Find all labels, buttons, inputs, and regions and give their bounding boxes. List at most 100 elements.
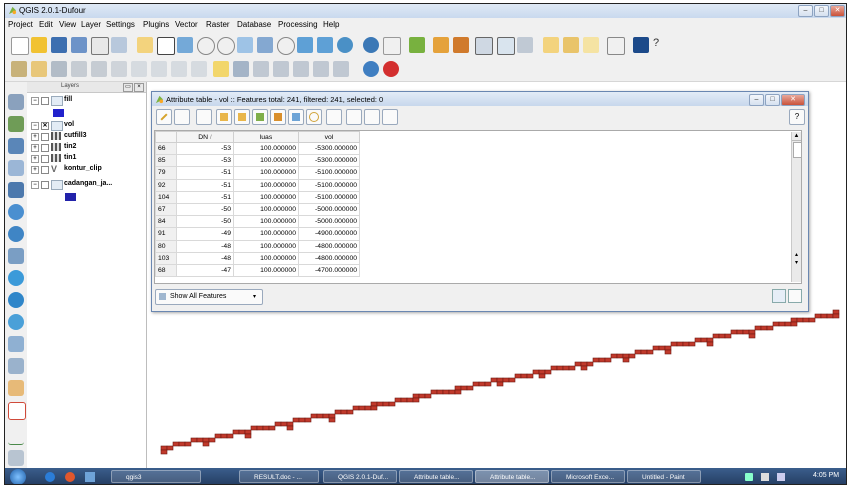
field-calculator-icon[interactable]	[382, 109, 398, 125]
cell-dn[interactable]: -51	[176, 178, 234, 192]
dialog-maximize-button[interactable]: □	[765, 94, 780, 106]
layer-visibility-checkbox[interactable]: ✕	[41, 122, 49, 130]
collapse-icon[interactable]: −	[31, 97, 39, 105]
dialog-close-button[interactable]: ✕	[781, 94, 805, 106]
cell-luas[interactable]: 100.000000	[233, 178, 299, 192]
task-qgis3[interactable]: qgis3	[111, 470, 201, 483]
task-attribute-table-1[interactable]: Attribute table...	[399, 470, 473, 483]
menu-vector[interactable]: Vector	[175, 20, 198, 29]
minimize-button[interactable]: –	[798, 5, 813, 17]
row-header[interactable]: 68	[155, 263, 177, 278]
add-wfs-layer-icon[interactable]	[8, 248, 24, 264]
invert-selection-icon[interactable]	[234, 109, 250, 125]
row-header[interactable]: 66	[155, 141, 177, 156]
start-button-icon[interactable]	[10, 469, 26, 484]
table-row[interactable]: 85 -53 100.000000 -5300.000000	[155, 154, 360, 168]
move-selection-to-top-icon[interactable]	[252, 109, 268, 125]
menu-project[interactable]: Project	[8, 20, 33, 29]
zoom-to-selection-icon[interactable]	[277, 37, 295, 55]
menu-database[interactable]: Database	[237, 20, 271, 29]
move-feature-icon[interactable]	[91, 61, 107, 77]
paste-features-icon[interactable]	[191, 61, 207, 77]
collapse-icon[interactable]: −	[31, 181, 39, 189]
row-header[interactable]: 104	[155, 190, 177, 204]
table-vertical-scrollbar[interactable]: ▲ ▴ ▾	[791, 132, 801, 282]
scroll-stepper-up-icon[interactable]: ▴	[792, 251, 801, 259]
open-project-icon[interactable]	[31, 37, 47, 53]
tray-network-icon[interactable]	[745, 473, 753, 481]
add-spatialite-layer-icon[interactable]	[8, 160, 24, 176]
whats-this-icon[interactable]: ?	[653, 37, 669, 53]
task-qgis-main[interactable]: QGIS 2.0.1-Duf...	[323, 470, 397, 483]
table-row[interactable]: 66 -53 100.000000 -5300.000000	[155, 141, 360, 156]
save-as-icon[interactable]	[71, 37, 87, 53]
menu-help[interactable]: Help	[323, 20, 339, 29]
cell-dn[interactable]: -53	[176, 141, 234, 156]
layer-visibility-checkbox[interactable]	[41, 166, 49, 174]
open-attribute-table-icon[interactable]	[475, 37, 493, 55]
maximize-button[interactable]: □	[814, 5, 829, 17]
cell-vol[interactable]: -4800.000000	[298, 239, 360, 253]
table-row[interactable]: 67 -50 100.000000 -5000.000000	[155, 202, 360, 217]
layer-item-fill[interactable]: − fill	[27, 95, 146, 107]
column-header-vol[interactable]: vol	[298, 131, 360, 143]
cell-luas[interactable]: 100.000000	[233, 263, 299, 278]
scroll-up-icon[interactable]: ▲	[792, 132, 801, 141]
zoom-to-selection-icon[interactable]	[306, 109, 322, 125]
label-tool-icon[interactable]	[213, 61, 229, 77]
label-properties-icon[interactable]	[333, 61, 349, 77]
tray-flag-icon[interactable]	[761, 473, 769, 481]
deselect-icon[interactable]	[433, 37, 449, 53]
menu-view[interactable]: View	[59, 20, 76, 29]
show-bookmarks-icon[interactable]	[583, 37, 599, 53]
layer-visibility-checkbox[interactable]	[41, 144, 49, 152]
new-column-icon[interactable]	[346, 109, 362, 125]
cell-luas[interactable]: 100.000000	[233, 202, 299, 217]
cell-dn[interactable]: -48	[176, 251, 234, 265]
coordinate-capture-icon[interactable]	[8, 428, 24, 445]
row-header[interactable]: 92	[155, 178, 177, 192]
pan-to-selection-icon[interactable]	[177, 37, 193, 53]
new-print-composer-icon[interactable]	[91, 37, 109, 55]
zoom-in-icon[interactable]	[197, 37, 215, 55]
delete-column-icon[interactable]	[364, 109, 380, 125]
cell-vol[interactable]: -4700.000000	[298, 263, 360, 278]
task-paint[interactable]: Untitled - Paint	[627, 470, 701, 483]
dialog-minimize-button[interactable]: –	[749, 94, 764, 106]
copy-features-icon[interactable]	[171, 61, 187, 77]
menu-plugins[interactable]: Plugins	[143, 20, 169, 29]
rotate-label-icon[interactable]	[293, 61, 309, 77]
menu-layer[interactable]: Layer	[81, 20, 101, 29]
copy-rows-icon[interactable]	[326, 109, 342, 125]
cell-luas[interactable]: 100.000000	[233, 227, 299, 241]
table-row[interactable]: 68 -47 100.000000 -4700.000000	[155, 263, 360, 278]
menu-processing[interactable]: Processing	[278, 20, 318, 29]
layer-visibility-checkbox[interactable]	[41, 181, 49, 189]
delete-selected-icon[interactable]	[196, 109, 212, 125]
layer-visibility-checkbox[interactable]	[41, 97, 49, 105]
refresh-icon[interactable]	[337, 37, 353, 53]
collapse-icon[interactable]: −	[31, 122, 39, 130]
row-header[interactable]: 67	[155, 202, 177, 217]
table-row[interactable]: 92 -51 100.000000 -5100.000000	[155, 178, 360, 192]
table-row[interactable]: 79 -51 100.000000 -5100.000000	[155, 166, 360, 180]
tray-volume-icon[interactable]	[777, 473, 785, 481]
column-header-luas[interactable]: luas	[233, 131, 299, 143]
stop-render-icon[interactable]	[383, 61, 399, 77]
current-edits-icon[interactable]	[11, 61, 27, 77]
menu-settings[interactable]: Settings	[106, 20, 135, 29]
pan-map-icon[interactable]	[137, 37, 153, 53]
cell-vol[interactable]: -5000.000000	[298, 202, 360, 217]
add-delimited-text-icon[interactable]	[8, 270, 24, 286]
expand-icon[interactable]: +	[31, 133, 39, 141]
row-header[interactable]: 84	[155, 215, 177, 229]
cell-dn[interactable]: -48	[176, 239, 234, 253]
table-row[interactable]: 84 -50 100.000000 -5000.000000	[155, 215, 360, 229]
add-feature-icon[interactable]	[71, 61, 87, 77]
gps-tools-icon[interactable]	[8, 402, 26, 420]
cell-luas[interactable]: 100.000000	[233, 215, 299, 229]
add-wcs-layer-icon[interactable]	[8, 226, 24, 242]
delete-selected-icon[interactable]	[131, 61, 147, 77]
close-button[interactable]: ✕	[830, 5, 845, 17]
row-header[interactable]: 85	[155, 154, 177, 168]
